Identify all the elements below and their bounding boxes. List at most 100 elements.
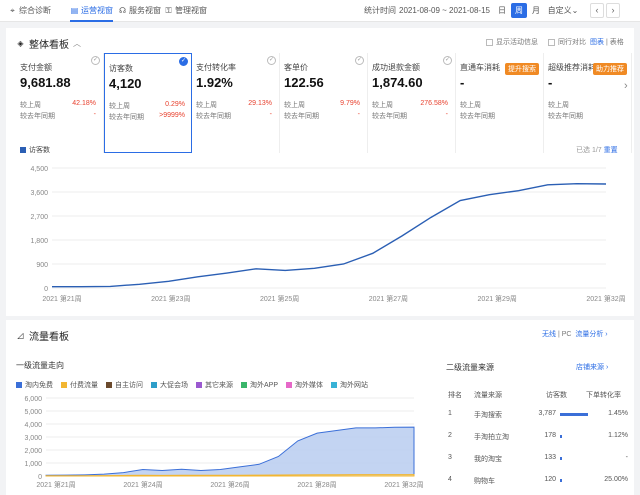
metric-card[interactable]: 直通车消耗 - 较上周 较去年同期 提升搜索 <box>456 53 544 153</box>
check-icon: ✓ <box>91 56 100 65</box>
device-pc-button[interactable]: PC <box>562 331 572 338</box>
x-tick-label: 2021 第23周 <box>151 294 190 303</box>
promo-tag[interactable]: 助力推荐 <box>593 63 627 75</box>
legend-item[interactable]: 付费流量 <box>61 380 98 390</box>
metric-value: - <box>548 75 553 90</box>
nav-item-operations[interactable]: ▤ 运营视窗 <box>70 5 113 22</box>
metric-week-pct: 42.18% <box>72 100 96 107</box>
metric-year-pct: - <box>445 111 448 118</box>
layers-icon: ◈ <box>17 39 24 48</box>
chevron-right-icon: › <box>611 5 615 15</box>
metric-value: 1,874.60 <box>372 75 423 90</box>
period-custom-button[interactable]: 自定义⌄ <box>547 3 579 18</box>
series-line <box>52 183 607 288</box>
metric-compare-year: 较去年同期 - <box>372 111 448 120</box>
legend-item[interactable]: 淘外媒体 <box>286 380 323 390</box>
metric-compare-year: 较去年同期 <box>548 113 583 120</box>
device-mobile-button[interactable]: 无线 <box>542 331 556 338</box>
traffic-title: ◿ 流量看板 <box>17 331 69 343</box>
metric-compare-week: 较上周 42.18% <box>20 100 96 109</box>
metric-week-pct: 276.58% <box>420 100 448 107</box>
y-tick-label: 900 <box>36 262 48 269</box>
metric-compare-week: 较上周 <box>548 102 569 109</box>
metric-label: 支付转化率 <box>196 63 236 72</box>
reset-link[interactable]: 重置 <box>604 147 618 154</box>
cards-next-icon[interactable]: › <box>624 80 628 92</box>
lock-icon: ⚿ <box>165 6 172 15</box>
y-tick-label: 5,000 <box>24 409 42 416</box>
metric-compare-week: 较上周 0.29% <box>109 101 185 110</box>
device-switch: 无线 | PC 流量分析 › <box>542 331 608 338</box>
metric-compare-year: 较去年同期 - <box>20 111 96 120</box>
traffic-panel: ◿ 流量看板 无线 | PC 流量分析 › 一级流量走向 淘内免费 付费流量 自主访问… <box>6 320 634 495</box>
metric-card[interactable]: 成功退款金额 1,874.60 较上周 276.58% 较去年同期 - ✓ <box>368 53 456 153</box>
x-tick-label: 2021 第26周 <box>210 480 249 489</box>
prev-period-button[interactable]: ‹ <box>590 3 604 18</box>
x-tick-label: 2021 第32周 <box>384 480 423 489</box>
collapse-icon[interactable]: ︿ <box>73 38 81 49</box>
legend-swatch <box>16 382 22 388</box>
location-pin-icon: ⌖ <box>10 6 15 15</box>
traffic-analysis-link[interactable]: 流量分析 <box>575 331 603 338</box>
view-table-button[interactable]: 表格 <box>610 39 624 46</box>
y-tick-label: 3,600 <box>30 190 48 197</box>
check-icon: ✓ <box>267 56 276 65</box>
legend-item[interactable]: 淘外APP <box>241 380 278 390</box>
chevron-down-icon: ⌄ <box>571 6 579 15</box>
view-chart-button[interactable]: 图表 <box>590 39 604 46</box>
legend-item[interactable]: 自主访问 <box>106 380 143 390</box>
metric-label: 客单价 <box>284 63 308 72</box>
show-events-toggle[interactable]: 显示活动信息 <box>486 37 538 47</box>
x-tick-label: 2021 第27周 <box>369 294 408 303</box>
period-day-button[interactable]: 日 <box>494 3 510 18</box>
selected-info: 已选 1/7 重置 <box>576 147 618 154</box>
metric-compare-year: 较去年同期 - <box>284 111 360 120</box>
metric-card[interactable]: 支付转化率 1.92% 较上周 29.13% 较去年同期 - ✓ <box>192 53 280 153</box>
legend-swatch <box>196 382 202 388</box>
period-week-button[interactable]: 周 <box>511 3 527 18</box>
metric-year-pct: >9999% <box>159 112 185 119</box>
x-tick-label: 2021 第29周 <box>478 294 517 303</box>
next-period-button[interactable]: › <box>606 3 620 18</box>
peer-compare-toggle[interactable]: 同行对比 <box>548 37 586 47</box>
legend-item[interactable]: 淘外网站 <box>331 380 368 390</box>
legend-item[interactable]: 淘内免费 <box>16 380 53 390</box>
check-icon: ✓ <box>355 56 364 65</box>
y-tick-label: 4,500 <box>30 166 48 173</box>
col-conversion: 下单转化率 <box>586 392 621 399</box>
overview-title: ◈ 整体看板 ︿ <box>17 38 81 51</box>
period-month-button[interactable]: 月 <box>528 3 544 18</box>
promo-tag[interactable]: 提升搜索 <box>505 63 539 75</box>
metric-label: 直通车消耗 <box>460 63 500 72</box>
metric-label: 访客数 <box>109 64 133 73</box>
nav-item-service[interactable]: ☊ 服务视窗 <box>118 5 161 16</box>
visitor-bar <box>560 457 562 460</box>
checkbox-icon <box>548 38 555 46</box>
metric-week-pct: 29.13% <box>248 100 272 107</box>
legend-swatch <box>106 382 112 388</box>
metric-card[interactable]: 访客数 4,120 较上周 0.29% 较去年同期 >9999% ✓ <box>104 53 192 153</box>
metric-compare-year: 较去年同期 - <box>196 111 272 120</box>
legend-item[interactable]: 其它来源 <box>196 380 233 390</box>
legend-swatch <box>20 147 26 153</box>
chart-icon: ◿ <box>17 331 24 340</box>
metric-value: 1.92% <box>196 75 233 90</box>
metric-card[interactable]: 支付金额 9,681.88 较上周 42.18% 较去年同期 - ✓ <box>16 53 104 153</box>
shop-traffic-link[interactable]: 店铺来源 › <box>576 362 608 372</box>
top-navigation: ⌖ 综合诊断 ▤ 运营视窗 ☊ 服务视窗 ⚿ 管理视窗 统计时间 2021-08-09 ~… <box>0 0 640 22</box>
metric-value: - <box>460 75 465 90</box>
legend-item[interactable]: 大促会场 <box>151 380 188 390</box>
stat-time-range: 统计时间 2021-08-09 ~ 2021-08-15 <box>364 5 490 16</box>
y-tick-label: 0 <box>38 474 42 481</box>
primary-traffic-title: 一级流量走向 <box>16 361 64 370</box>
metric-week-pct: 9.79% <box>340 100 360 107</box>
metric-card[interactable]: 客单价 122.56 较上周 9.79% 较去年同期 - ✓ <box>280 53 368 153</box>
visitor-bar <box>560 479 562 482</box>
y-tick-label: 1,000 <box>24 461 42 468</box>
metric-value: 122.56 <box>284 75 324 90</box>
nav-item-management[interactable]: ⚿ 管理视窗 <box>164 5 207 16</box>
nav-item-diagnosis[interactable]: ⌖ 综合诊断 <box>8 5 51 16</box>
secondary-traffic-title: 二级流量来源 <box>446 363 494 372</box>
visitor-bar <box>560 413 588 416</box>
metric-card[interactable]: 超级推荐消耗 - 较上周 较去年同期 助力推荐 <box>544 53 632 153</box>
